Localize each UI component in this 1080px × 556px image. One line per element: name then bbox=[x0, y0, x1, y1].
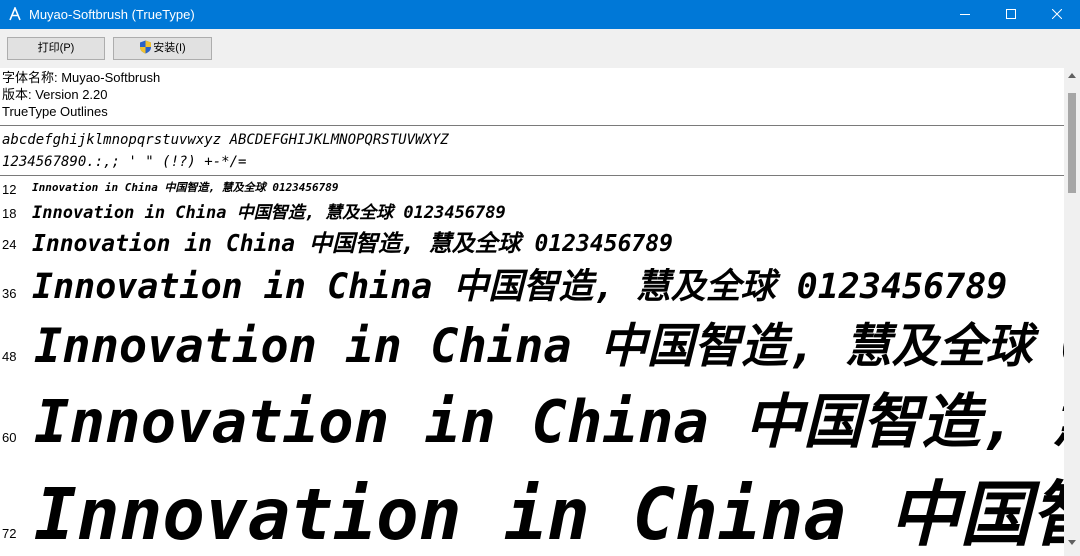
charset-line-2: 1234567890.:,; ' " (!?) +-*/= bbox=[2, 154, 247, 170]
print-button[interactable]: 打印(P) bbox=[7, 37, 105, 60]
divider bbox=[0, 125, 1064, 126]
font-version-line: 版本: Version 2.20 bbox=[2, 87, 108, 102]
sample-text-12: Innovation in China 中国智造, 慧及全球 012345678… bbox=[32, 181, 339, 194]
divider bbox=[0, 175, 1064, 176]
sample-text-24: Innovation in China 中国智造, 慧及全球 012345678… bbox=[32, 231, 673, 257]
maximize-icon bbox=[1006, 9, 1016, 19]
scroll-up-icon[interactable] bbox=[1068, 73, 1076, 78]
charset-line-1: abcdefghijklmnopqrstuvwxyz ABCDEFGHIJKLM… bbox=[2, 132, 449, 148]
size-label-48: 48 bbox=[2, 349, 17, 364]
sample-text-36: Innovation in China 中国智造, 慧及全球 012345678… bbox=[32, 267, 1008, 307]
install-button[interactable]: 安装(I) bbox=[113, 37, 212, 60]
uac-shield-icon bbox=[140, 40, 152, 54]
font-file-icon bbox=[9, 7, 21, 21]
minimize-button[interactable] bbox=[942, 0, 988, 29]
maximize-button[interactable] bbox=[988, 0, 1034, 29]
window-title: Muyao-Softbrush (TrueType) bbox=[29, 7, 195, 22]
size-label-24: 24 bbox=[2, 237, 17, 252]
font-name-line: 字体名称: Muyao-Softbrush bbox=[2, 70, 161, 85]
sample-text-60: Innovation in China 中国智造, 慧及全球 012345678… bbox=[34, 387, 1064, 456]
close-icon bbox=[1052, 9, 1062, 19]
font-type-line: TrueType Outlines bbox=[2, 104, 108, 119]
sample-text-48: Innovation in China 中国智造, 慧及全球 012345678… bbox=[34, 319, 1064, 374]
size-label-36: 36 bbox=[2, 286, 17, 301]
size-label-12: 12 bbox=[2, 182, 17, 197]
vertical-scrollbar[interactable] bbox=[1064, 68, 1080, 556]
title-bar: Muyao-Softbrush (TrueType) bbox=[0, 0, 1080, 29]
font-preview-pane: 字体名称: Muyao-Softbrush 版本: Version 2.20 T… bbox=[0, 68, 1064, 556]
scroll-down-icon[interactable] bbox=[1068, 540, 1076, 545]
close-button[interactable] bbox=[1034, 0, 1080, 29]
install-button-label: 安装(I) bbox=[153, 42, 186, 54]
toolbar: 打印(P) 安装(I) bbox=[0, 29, 1080, 69]
size-label-18: 18 bbox=[2, 206, 17, 221]
sample-text-72: Innovation in China 中国智造, 慧及全球 012345678… bbox=[34, 473, 1064, 556]
size-label-60: 60 bbox=[2, 430, 17, 445]
minimize-icon bbox=[960, 14, 970, 15]
size-label-72: 72 bbox=[2, 526, 17, 541]
scrollbar-thumb[interactable] bbox=[1068, 93, 1076, 193]
print-button-label: 打印(P) bbox=[37, 42, 75, 54]
sample-text-18: Innovation in China 中国智造, 慧及全球 012345678… bbox=[32, 203, 506, 223]
